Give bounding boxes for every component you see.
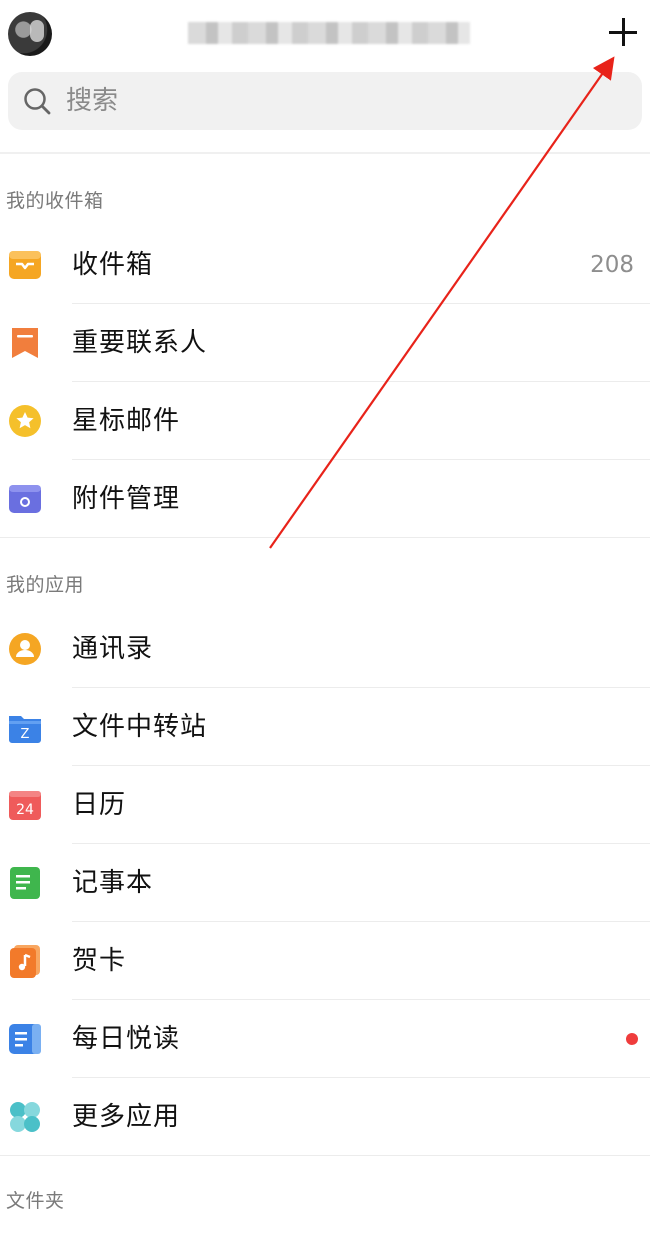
app-item-label: 文件中转站	[72, 712, 208, 742]
menu-item-inbox[interactable]: 收件箱 208	[0, 226, 650, 304]
divider	[0, 1155, 650, 1156]
menu-item-label: 星标邮件	[72, 406, 181, 436]
search-placeholder: 搜索	[66, 86, 119, 116]
menu-item-important-contacts[interactable]: 重要联系人	[0, 304, 650, 382]
section-apps-title: 我的应用	[6, 574, 85, 596]
menu-item-label: 重要联系人	[72, 328, 208, 358]
app-item-label: 每日悦读	[72, 1024, 181, 1054]
app-item-more-apps[interactable]: 更多应用	[0, 1078, 650, 1156]
inbox-tray-icon	[9, 251, 41, 279]
svg-text:Z: Z	[21, 727, 30, 742]
music-card-icon	[10, 945, 40, 978]
top-bar	[0, 0, 650, 64]
plus-icon[interactable]	[607, 16, 639, 48]
search-input[interactable]: 搜索	[8, 72, 642, 130]
calendar-day-badge: 24	[16, 802, 34, 818]
folder-z-icon: Z	[9, 716, 41, 743]
divider	[0, 152, 650, 154]
app-item-label: 日历	[72, 790, 127, 820]
app-item-label: 贺卡	[72, 946, 127, 976]
more-apps-icon	[10, 1102, 40, 1132]
calendar-icon: 24	[9, 791, 41, 820]
app-item-label: 记事本	[72, 868, 154, 898]
menu-item-label: 收件箱	[72, 250, 154, 280]
bookmark-icon	[12, 328, 38, 358]
app-item-notepad[interactable]: 记事本	[0, 844, 650, 922]
menu-item-starred[interactable]: 星标邮件	[0, 382, 650, 460]
account-name-blurred	[188, 22, 470, 44]
avatar-icon[interactable]	[8, 12, 52, 56]
app-item-contacts[interactable]: 通讯录	[0, 610, 650, 688]
app-item-greeting-card[interactable]: 贺卡	[0, 922, 650, 1000]
contacts-icon	[9, 633, 41, 665]
app-item-label: 更多应用	[72, 1102, 181, 1132]
search-icon	[24, 88, 51, 115]
section-folders-title: 文件夹	[6, 1190, 65, 1212]
star-icon	[9, 405, 41, 437]
attachment-box-icon	[9, 485, 41, 513]
app-item-file-transfer[interactable]: Z 文件中转站	[0, 688, 650, 766]
section-inbox-title: 我的收件箱	[6, 190, 104, 212]
app-item-calendar[interactable]: 24 日历	[0, 766, 650, 844]
divider	[0, 537, 650, 538]
reading-icon	[9, 1024, 41, 1054]
menu-item-attachments[interactable]: 附件管理	[0, 460, 650, 538]
menu-item-label: 附件管理	[72, 484, 181, 514]
notepad-icon	[10, 867, 40, 899]
app-item-daily-reading[interactable]: 每日悦读	[0, 1000, 650, 1078]
unread-count: 208	[590, 252, 634, 278]
app-item-label: 通讯录	[72, 634, 154, 664]
unread-dot	[626, 1033, 638, 1045]
